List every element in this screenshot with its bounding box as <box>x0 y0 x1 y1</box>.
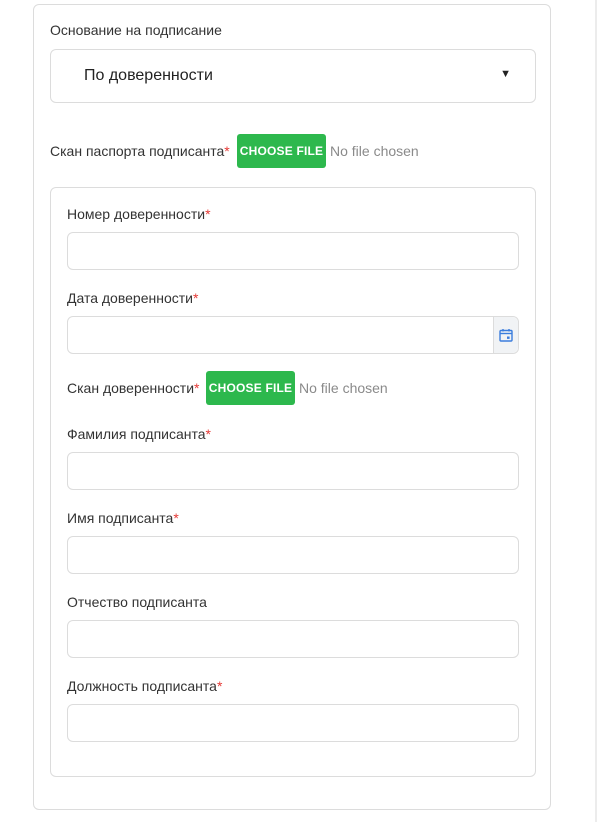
poa-date-label: Дата доверенности* <box>67 290 198 306</box>
poa-number-input[interactable] <box>67 232 519 270</box>
poa-date-input[interactable] <box>67 316 519 354</box>
poa-scan-label-text: Скан доверенности <box>67 380 195 396</box>
poa-date-label-text: Дата доверенности <box>67 290 193 306</box>
signer-surname-label: Фамилия подписанта* <box>67 426 211 442</box>
required-asterisk: * <box>216 678 223 694</box>
passport-scan-label: Скан паспорта подписанта* <box>50 143 230 159</box>
signer-position-label-text: Должность подписанта <box>67 678 217 694</box>
signer-name-label-text: Имя подписанта <box>67 510 174 526</box>
date-picker-button[interactable] <box>493 317 518 353</box>
signer-patronymic-input[interactable] <box>67 620 519 658</box>
triangle-down-icon: ▼ <box>500 68 511 80</box>
required-asterisk: * <box>205 206 211 222</box>
calendar-icon <box>499 329 513 342</box>
poa-number-label: Номер доверенности* <box>67 206 211 222</box>
signer-name-label: Имя подписанта* <box>67 510 179 526</box>
basis-select[interactable]: По доверенности ▼ <box>50 49 536 103</box>
signer-position-input[interactable] <box>67 704 519 742</box>
required-asterisk: * <box>194 380 200 396</box>
passport-choose-file-button[interactable]: CHOOSE FILE <box>237 134 326 168</box>
basis-select-value: По доверенности <box>84 67 213 84</box>
signer-patronymic-label: Отчество подписанта <box>67 594 207 610</box>
signer-surname-label-text: Фамилия подписанта <box>67 426 206 442</box>
poa-scan-label: Скан доверенности* <box>67 380 199 396</box>
required-asterisk: * <box>205 426 211 442</box>
poa-choose-file-button[interactable]: CHOOSE FILE <box>206 371 295 405</box>
passport-scan-label-text: Скан паспорта подписанта <box>50 143 225 159</box>
required-asterisk: * <box>192 290 199 306</box>
passport-file-status: No file chosen <box>330 143 419 159</box>
basis-label: Основание на подписание <box>50 22 222 38</box>
signer-name-input[interactable] <box>67 536 519 574</box>
required-asterisk: * <box>173 510 179 526</box>
required-asterisk: * <box>224 143 230 159</box>
signer-position-label: Должность подписанта* <box>67 678 222 694</box>
signer-patronymic-label-text: Отчество подписанта <box>67 594 207 610</box>
poa-file-status: No file chosen <box>299 380 388 396</box>
poa-number-label-text: Номер доверенности <box>67 206 206 222</box>
signer-surname-input[interactable] <box>67 452 519 490</box>
